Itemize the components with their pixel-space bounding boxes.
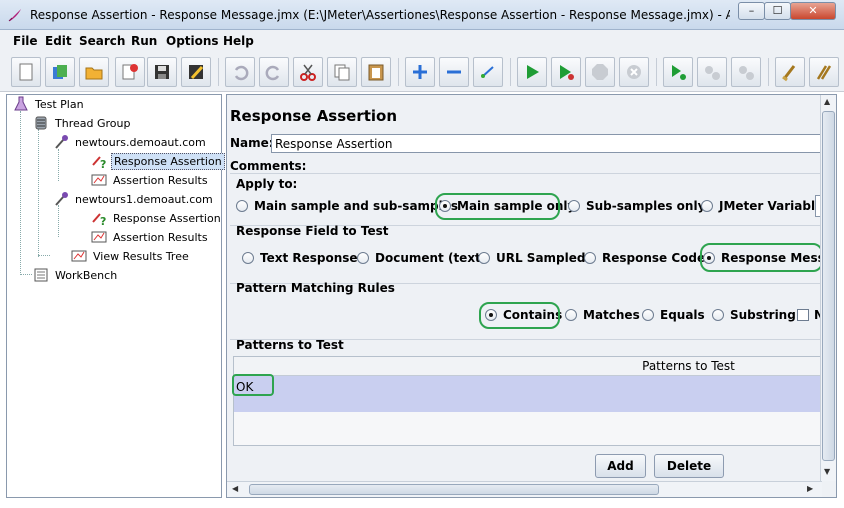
scroll-left-icon[interactable]: ◀: [232, 484, 238, 493]
toggle-icon[interactable]: [473, 57, 503, 87]
expand-icon[interactable]: [405, 57, 435, 87]
pipette-icon: [55, 135, 68, 149]
patterns-table[interactable]: Patterns to Test OK: [233, 356, 823, 446]
save-icon[interactable]: [147, 57, 177, 87]
assertion-icon: ?: [92, 156, 106, 169]
chart-icon: [91, 174, 107, 186]
scroll-right-icon[interactable]: ▶: [807, 484, 813, 493]
minimize-button[interactable]: –: [738, 2, 765, 20]
tree-node-sampler-1[interactable]: newtours.demoaut.com: [53, 133, 208, 151]
radio-matches[interactable]: Matches: [565, 308, 640, 322]
window-title: Response Assertion - Response Message.jm…: [30, 8, 730, 22]
radio-jmeter-variable[interactable]: JMeter Variable: [701, 199, 823, 213]
apply-to-title: Apply to:: [236, 177, 298, 191]
highlight-main-only: [435, 193, 560, 220]
patterns-title: Patterns to Test: [236, 338, 344, 352]
tree-node-assertion-results-1[interactable]: Assertion Results: [91, 171, 210, 189]
highlight-response-message: [700, 243, 823, 272]
radio-substring[interactable]: Substring: [712, 308, 796, 322]
templates-icon[interactable]: [45, 57, 75, 87]
tree-node-thread-group[interactable]: Thread Group: [33, 114, 132, 132]
undo-icon[interactable]: [225, 57, 255, 87]
remote-stop-icon[interactable]: [697, 57, 727, 87]
spool-icon: [35, 116, 47, 130]
pipette-icon: [55, 192, 68, 206]
name-label: Name:: [230, 136, 274, 150]
chart-icon: [71, 250, 87, 262]
scroll-down-icon[interactable]: ▼: [824, 467, 830, 476]
response-field-title: Response Field to Test: [236, 224, 389, 238]
start-no-pause-icon[interactable]: [551, 57, 581, 87]
close-icon[interactable]: [115, 57, 145, 87]
menu-file[interactable]: File: [13, 34, 38, 48]
svg-text:?: ?: [100, 215, 106, 226]
collapse-icon[interactable]: [439, 57, 469, 87]
tree-node-response-assertion-1[interactable]: ? Response Assertion: [91, 152, 225, 170]
test-plan-tree: Test Plan Thread Group newtours.demoaut.…: [6, 94, 225, 498]
chart-icon: [91, 231, 107, 243]
tree-node-assertion-results-2[interactable]: Assertion Results: [91, 228, 210, 246]
paste-icon[interactable]: [361, 57, 391, 87]
assertion-icon: ?: [92, 213, 106, 226]
redo-icon[interactable]: [259, 57, 289, 87]
remote-start-icon[interactable]: [663, 57, 693, 87]
radio-url-sampled[interactable]: URL Sampled: [478, 251, 585, 265]
shutdown-icon[interactable]: [619, 57, 649, 87]
copy-icon[interactable]: [327, 57, 357, 87]
radio-document-text[interactable]: Document (text): [357, 251, 486, 265]
menu-search[interactable]: Search: [79, 34, 125, 48]
jmeter-feather-icon: [8, 9, 21, 22]
menu-options[interactable]: Options: [166, 34, 219, 48]
highlight-contains: [479, 302, 560, 329]
radio-response-code[interactable]: Response Code: [584, 251, 705, 265]
clear-all-icon[interactable]: [809, 57, 839, 87]
patterns-column-header: Patterns to Test: [234, 357, 823, 376]
not-checkbox[interactable]: [797, 309, 809, 321]
table-row[interactable]: OK: [234, 376, 823, 412]
workbench-icon: [34, 268, 48, 282]
menu-help[interactable]: Help: [223, 34, 254, 48]
menu-bar: File Edit Search Run Options Help: [0, 30, 844, 52]
tree-node-test-plan[interactable]: Test Plan: [13, 95, 86, 113]
radio-equals[interactable]: Equals: [642, 308, 705, 322]
toolbar: [0, 52, 844, 92]
response-assertion-panel: Response Assertion Name: Response Assert…: [226, 94, 837, 498]
highlight-ok-pattern: [232, 374, 274, 396]
stop-icon[interactable]: [585, 57, 615, 87]
maximize-button[interactable]: ☐: [764, 2, 791, 20]
tree-node-view-results-tree[interactable]: View Results Tree: [71, 247, 191, 265]
tree-node-response-assertion-2[interactable]: ? Response Assertion: [91, 209, 223, 227]
flask-icon: [14, 96, 28, 111]
name-field[interactable]: Response Assertion: [271, 134, 821, 153]
start-icon[interactable]: [517, 57, 547, 87]
remote-shutdown-icon[interactable]: [731, 57, 761, 87]
delete-button[interactable]: Delete: [654, 454, 724, 478]
close-window-button[interactable]: ✕: [790, 2, 836, 20]
radio-text-response[interactable]: Text Response: [242, 251, 358, 265]
title-bar: Response Assertion - Response Message.jm…: [0, 0, 844, 30]
panel-title: Response Assertion: [230, 107, 398, 125]
svg-text:?: ?: [100, 158, 106, 169]
open-icon[interactable]: [79, 57, 109, 87]
add-button[interactable]: Add: [595, 454, 646, 478]
comments-label: Comments:: [230, 159, 307, 173]
tree-node-workbench[interactable]: WorkBench: [33, 266, 119, 284]
menu-run[interactable]: Run: [131, 34, 157, 48]
menu-edit[interactable]: Edit: [45, 34, 72, 48]
tree-node-sampler-2[interactable]: newtours1.demoaut.com: [53, 190, 215, 208]
clear-icon[interactable]: [775, 57, 805, 87]
radio-sub-only[interactable]: Sub-samples only: [568, 199, 705, 213]
pattern-rules-title: Pattern Matching Rules: [236, 281, 395, 295]
horizontal-scrollbar[interactable]: ◀ ▶: [227, 481, 822, 497]
new-icon[interactable]: [11, 57, 41, 87]
radio-main-and-sub[interactable]: Main sample and sub-samples: [236, 199, 458, 213]
save-as-icon[interactable]: [181, 57, 211, 87]
scroll-up-icon[interactable]: ▲: [824, 97, 830, 106]
cut-icon[interactable]: [293, 57, 323, 87]
vertical-scrollbar[interactable]: ▲ ▼: [820, 95, 836, 481]
